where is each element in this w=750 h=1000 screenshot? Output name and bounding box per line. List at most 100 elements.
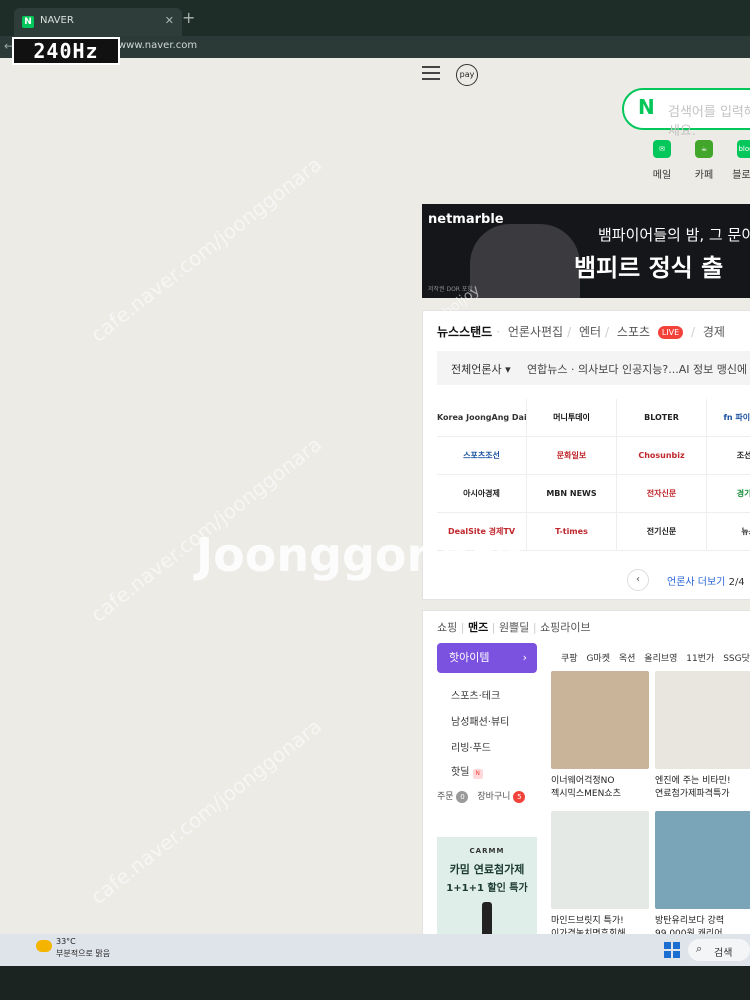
- product-image: [655, 811, 750, 909]
- weather-sun-icon[interactable]: [36, 940, 52, 952]
- cart-link[interactable]: 장바구니: [477, 792, 510, 802]
- category-sports-tech[interactable]: 스포츠·테크: [451, 687, 500, 702]
- product-name: 마인드브릿지 특가!: [551, 916, 624, 926]
- store-ssg[interactable]: SSG닷컴: [723, 654, 750, 664]
- live-badge: LIVE: [657, 326, 684, 339]
- order-cart-row: 주문 0 장바구니 5: [437, 789, 531, 803]
- tab-title: NAVER: [40, 15, 74, 26]
- url-text[interactable]: www.naver.com: [118, 40, 197, 51]
- more-press-link[interactable]: 언론사 더보기 2/4: [667, 573, 745, 588]
- press-logo[interactable]: 뉴스1: [707, 513, 750, 551]
- tab-newsstand[interactable]: 뉴스스탠드: [437, 325, 492, 339]
- new-tab-button[interactable]: +: [182, 8, 195, 27]
- press-logo[interactable]: 머니투데이: [527, 399, 617, 437]
- store-links: 쿠팡 G마켓 옥션 올리브영 11번가 SSG닷컴: [561, 651, 750, 664]
- tab-shopping[interactable]: 쇼핑: [437, 621, 457, 634]
- tab-economy[interactable]: 경제: [703, 325, 725, 339]
- close-tab-icon[interactable]: ✕: [165, 14, 174, 27]
- category-hot-deal[interactable]: 핫딜 N: [451, 763, 483, 779]
- ad-banner[interactable]: netmarble 저작권 DOR 포함 뱀파이어들의 밤, 그 문이 뱀피르 …: [422, 204, 750, 298]
- tab-shopping-live[interactable]: 쇼핑라이브: [540, 621, 591, 634]
- product-image: [551, 671, 649, 769]
- ad-subtitle: 1+1+1 할인 특가: [446, 883, 528, 894]
- product-subtitle: 99,000원 캐리어: [655, 929, 723, 934]
- monitor-bezel: [0, 966, 750, 1000]
- product-name: 이너웨어걱정NO: [551, 776, 615, 786]
- product-card[interactable]: 이너웨어걱정NO 젝시믹스MEN쇼츠: [551, 671, 649, 799]
- browser-tab-strip: N NAVER ✕ +: [0, 0, 750, 36]
- product-card[interactable]: 마인드브릿지 특가! 이가격놓치면후회해: [551, 811, 649, 934]
- shortcut-label: 블로그: [732, 170, 750, 181]
- pay-icon[interactable]: pay: [456, 64, 478, 86]
- order-link[interactable]: 주문: [437, 792, 454, 802]
- tab-entertainment[interactable]: 엔터: [579, 325, 601, 339]
- press-logo-grid: Korea JoongAng Daily머니투데이BLOTERfn 파이낸셜뉴스…: [437, 399, 750, 551]
- shortcut-blog[interactable]: blog 블로그: [726, 140, 750, 181]
- product-subtitle: 연료첨가제파격특가: [655, 789, 730, 799]
- shortcut-cafe[interactable]: ☕ 카페: [684, 140, 724, 181]
- category-living-food[interactable]: 리빙·푸드: [451, 739, 491, 754]
- banner-character-image: [470, 224, 580, 298]
- press-logo[interactable]: Korea JoongAng Daily: [437, 399, 527, 437]
- shortcut-label: 메일: [652, 170, 672, 181]
- store-oliveyoung[interactable]: 올리브영: [644, 654, 677, 664]
- product-card[interactable]: 엔진에 주는 비타민! 연료첨가제파격특가: [655, 671, 750, 799]
- search-box[interactable]: N 검색어를 입력해 주세요.: [622, 88, 750, 139]
- windows-start-icon[interactable]: [664, 942, 680, 958]
- shortcut-mail[interactable]: ✉ 메일: [642, 140, 682, 181]
- press-logo[interactable]: MBN NEWS: [527, 475, 617, 513]
- store-auction[interactable]: 옥션: [619, 654, 636, 664]
- headline-link[interactable]: 연합뉴스 · 의사보다 인공지능?...AI 정보 맹신에 전: [527, 361, 750, 377]
- product-name: 엔진에 주는 비타민!: [655, 776, 731, 786]
- chevron-right-icon: ›: [522, 651, 527, 664]
- hot-item-button[interactable]: 핫아이템 ›: [437, 643, 537, 673]
- banner-brand: netmarble: [428, 212, 504, 227]
- tab-sports[interactable]: 스포츠: [617, 325, 650, 339]
- watermark-text: cafe.naver.com/joonggonara: [86, 713, 327, 909]
- taskbar-search[interactable]: ⌕ 검색: [688, 939, 750, 961]
- store-coupang[interactable]: 쿠팡: [561, 654, 578, 664]
- press-logo[interactable]: DealSite 경제TV: [437, 513, 527, 551]
- ad-title: 카밈 연료첨가제: [449, 863, 525, 876]
- product-image: [655, 671, 750, 769]
- hamburger-menu-icon[interactable]: [422, 66, 440, 80]
- press-logo[interactable]: 문화일보: [527, 437, 617, 475]
- product-name: 방탄유리보다 강력: [655, 916, 725, 926]
- mail-icon: ✉: [653, 140, 671, 158]
- press-logo[interactable]: 경기일보: [707, 475, 750, 513]
- press-logo[interactable]: BLOTER: [617, 399, 707, 437]
- press-logo[interactable]: 스포츠조선: [437, 437, 527, 475]
- ad-brand: CARMM: [469, 847, 505, 855]
- hot-item-label: 핫아이템: [449, 651, 490, 664]
- naver-favicon-icon: N: [22, 16, 34, 28]
- naver-main-column: pay N 검색어를 입력해 주세요. ✉ 메일 ☕ 카페 blog 블로그: [422, 58, 750, 934]
- banner-note: 저작권 DOR 포함: [428, 286, 473, 293]
- store-11st[interactable]: 11번가: [686, 654, 714, 664]
- naver-logo-icon[interactable]: N: [638, 95, 655, 119]
- tab-one-plus-deal[interactable]: 원쁠딜: [499, 621, 529, 634]
- store-gmarket[interactable]: G마켓: [586, 654, 610, 664]
- search-input[interactable]: 검색어를 입력해 주세요.: [668, 101, 750, 139]
- press-logo[interactable]: fn 파이낸셜뉴스: [707, 399, 750, 437]
- watermark-text: cafe.naver.com/joonggonara: [86, 431, 327, 627]
- product-subtitle: 젝시믹스MEN쇼츠: [551, 789, 621, 799]
- browser-tab[interactable]: N NAVER ✕: [14, 8, 182, 36]
- tab-press-edit[interactable]: 언론사편집: [508, 325, 563, 339]
- press-logo[interactable]: 아시아경제: [437, 475, 527, 513]
- product-card[interactable]: 방탄유리보다 강력 99,000원 캐리어: [655, 811, 750, 934]
- shopping-panel: 쇼핑 | 맨즈 | 원쁠딜 | 쇼핑라이브 핫아이템 › 스포츠·테크 남성패션…: [422, 610, 750, 934]
- weather-temperature: 33°C: [56, 937, 76, 946]
- newsstand-tabs: 뉴스스탠드 · 언론사편집 / 엔터 / 스포츠 LIVE / 경제: [437, 325, 725, 339]
- tab-mens[interactable]: 맨즈: [468, 621, 488, 634]
- press-logo[interactable]: 전자신문: [617, 475, 707, 513]
- cafe-icon: ☕: [695, 140, 713, 158]
- shopping-ad-card[interactable]: CARMM 카밈 연료첨가제 1+1+1 할인 특가: [437, 837, 537, 934]
- press-logo[interactable]: 전기신문: [617, 513, 707, 551]
- press-logo[interactable]: Chosunbiz: [617, 437, 707, 475]
- press-logo[interactable]: 조선일보: [707, 437, 750, 475]
- category-mens-fashion[interactable]: 남성패션·뷰티: [451, 713, 509, 728]
- press-filter-dropdown[interactable]: 전체언론사 ▾: [451, 361, 511, 377]
- press-logo[interactable]: T-times: [527, 513, 617, 551]
- prev-page-button[interactable]: ‹: [627, 569, 649, 591]
- newsstand-panel: 뉴스스탠드 · 언론사편집 / 엔터 / 스포츠 LIVE / 경제 전체언론사 ▾ …: [422, 310, 750, 600]
